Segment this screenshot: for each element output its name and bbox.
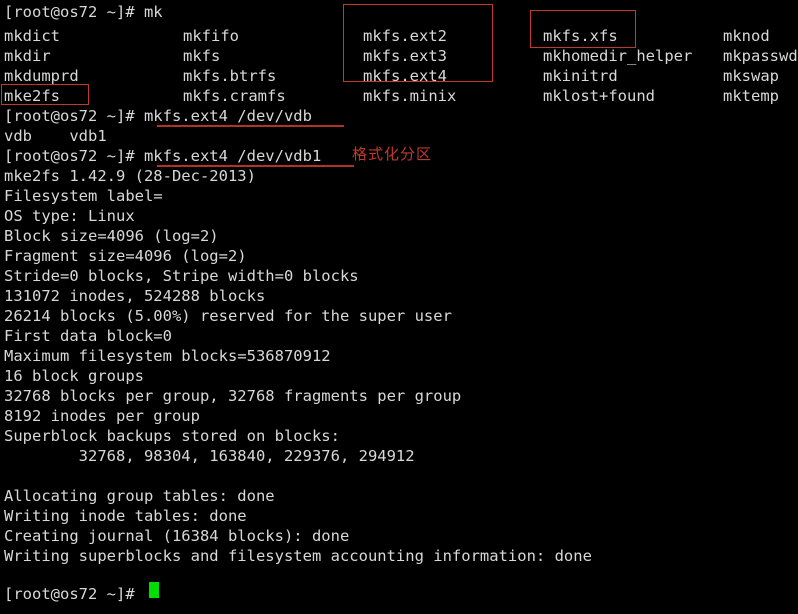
terminal-line: mke2fs 1.42.9 (28-Dec-2013) (4, 167, 256, 185)
completion-item: mkhomedir_helper (543, 47, 693, 65)
terminal-line: Creating journal (16384 blocks): done (4, 527, 350, 545)
terminal-window[interactable]: [root@os72 ~]# mk mkdict mkdir mkdumprd … (0, 0, 798, 614)
terminal-line: Superblock backups stored on blocks: (4, 427, 340, 445)
text-cursor (149, 582, 159, 598)
completion-item: mkfifo (183, 27, 239, 45)
terminal-line-mke2fs: mke2fs (4, 87, 60, 105)
completion-item: mkfs.cramfs (183, 87, 286, 105)
terminal-line: 8192 inodes per group (4, 407, 200, 425)
completion-item: mkswap (723, 67, 779, 85)
terminal-command-line: [root@os72 ~]# mkfs.ext4 /dev/vdb1 (4, 147, 322, 165)
terminal-line: 131072 inodes, 524288 blocks (4, 287, 266, 305)
completion-item-mkfs-ext4: mkfs.ext4 (363, 67, 447, 85)
completion-item: mkinitrd (543, 67, 618, 85)
completion-item-mkfs-ext3: mkfs.ext3 (363, 47, 447, 65)
terminal-line: OS type: Linux (4, 207, 135, 225)
completion-item: mktemp (723, 87, 779, 105)
completion-item: mknod (723, 27, 770, 45)
terminal-line: Fragment size=4096 (log=2) (4, 247, 247, 265)
completion-item: mkfs (183, 47, 221, 65)
terminal-line: Filesystem label= (4, 187, 163, 205)
terminal-line: 32768, 98304, 163840, 229376, 294912 (4, 447, 415, 465)
terminal-line: mkdumprd (4, 67, 79, 85)
terminal-line: vdb vdb1 (4, 127, 107, 145)
terminal-line: Writing superblocks and filesystem accou… (4, 547, 592, 565)
terminal-command-line: [root@os72 ~]# mkfs.ext4 /dev/vdb (4, 107, 312, 125)
terminal-line: mkdir (4, 47, 51, 65)
terminal-line: [root@os72 ~]# mk (4, 3, 163, 21)
completion-item: mklost+found (543, 87, 655, 105)
terminal-line: Writing inode tables: done (4, 507, 247, 525)
terminal-line: Allocating group tables: done (4, 487, 275, 505)
terminal-line: Maximum filesystem blocks=536870912 (4, 347, 331, 365)
completion-item-mkfs-ext2: mkfs.ext2 (363, 27, 447, 45)
terminal-prompt-line: [root@os72 ~]# (4, 585, 135, 603)
terminal-line: Stride=0 blocks, Stripe width=0 blocks (4, 267, 359, 285)
completion-item: mkfs.btrfs (183, 67, 277, 85)
completion-item-mkfs-xfs: mkfs.xfs (543, 27, 618, 45)
terminal-line: mkdict (4, 27, 60, 45)
terminal-line: 16 block groups (4, 367, 144, 385)
terminal-line: 26214 blocks (5.00%) reserved for the su… (4, 307, 452, 325)
annotation-note-format-partition: 格式化分区 (352, 145, 433, 163)
completion-item: mkpasswd (723, 47, 798, 65)
terminal-line: Block size=4096 (log=2) (4, 227, 219, 245)
completion-item-mkfs-minix: mkfs.minix (363, 87, 457, 105)
terminal-line: First data block=0 (4, 327, 172, 345)
terminal-line: 32768 blocks per group, 32768 fragments … (4, 387, 462, 405)
